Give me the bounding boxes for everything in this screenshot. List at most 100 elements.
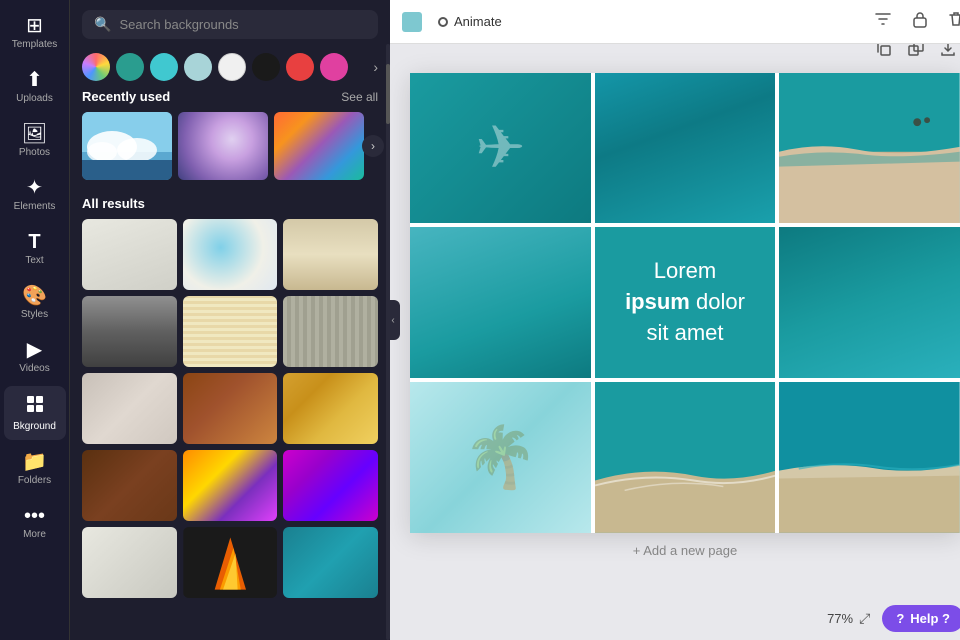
canvas-outer: ↻ ✈ (410, 73, 960, 533)
text-icon: T (28, 232, 40, 252)
swatch-pink[interactable] (320, 53, 348, 81)
sidebar-label-bkground: Bkground (13, 421, 56, 432)
animate-dot-icon (438, 17, 448, 27)
bottom-bar: 77% ⤢ ? Help ? (390, 596, 960, 640)
swatch-light-blue[interactable] (184, 53, 212, 81)
sidebar-item-text[interactable]: T Text (4, 224, 66, 274)
uploads-icon: ⬆ (26, 70, 43, 90)
grid-cell-1[interactable]: ✈ (410, 73, 591, 224)
search-input[interactable] (119, 17, 366, 32)
help-label: Help ? (910, 611, 950, 626)
canvas-export-icon[interactable] (936, 44, 960, 65)
color-swatches-row: › (70, 49, 390, 89)
swatch-red[interactable] (286, 53, 314, 81)
sidebar-label-uploads: Uploads (16, 93, 53, 104)
more-icon: ••• (24, 506, 45, 526)
canvas-container: ↻ ✈ (410, 73, 960, 533)
recent-next-arrow[interactable]: › (362, 135, 384, 157)
bg-thumb-10[interactable] (82, 450, 177, 521)
recent-thumb-2[interactable] (178, 112, 268, 180)
palm-icon: 🌴 (463, 422, 538, 493)
sidebar-label-elements: Elements (14, 201, 56, 212)
sidebar-item-bkground[interactable]: Bkground (4, 386, 66, 440)
sidebar: ⊞ Templates ⬆ Uploads 🖼 Photos ✦ Element… (0, 0, 70, 640)
grid-cell-3[interactable] (779, 73, 960, 224)
top-bar-right (870, 6, 960, 37)
airplane-icon: ✈ (475, 113, 525, 183)
sidebar-label-styles: Styles (21, 309, 48, 320)
grid-cell-7[interactable]: 🌴 (410, 382, 591, 533)
sidebar-item-uploads[interactable]: ⬆ Uploads (4, 62, 66, 112)
zoom-control: 77% ⤢ (827, 610, 870, 627)
sidebar-item-templates[interactable]: ⊞ Templates (4, 8, 66, 58)
panel-collapse-handle[interactable]: ‹ (386, 300, 400, 340)
trash-icon[interactable] (944, 6, 960, 37)
sidebar-label-text: Text (25, 255, 43, 266)
bg-thumb-15[interactable] (283, 527, 378, 598)
add-page-bar[interactable]: + Add a new page (633, 533, 737, 568)
swatches-more-arrow[interactable]: › (373, 59, 378, 75)
recent-thumb-3[interactable] (274, 112, 364, 180)
canvas-duplicate-icon[interactable] (904, 44, 928, 65)
center-text-dolor: dolor (696, 289, 745, 314)
panel: 🔍 › Recently used See all (70, 0, 390, 640)
sidebar-item-videos[interactable]: ▶ Videos (4, 332, 66, 382)
grid-cell-2[interactable] (595, 73, 776, 224)
grid-cell-6[interactable] (779, 227, 960, 378)
bg-thumb-11[interactable] (183, 450, 278, 521)
templates-icon: ⊞ (26, 16, 43, 36)
all-results-header: All results (82, 196, 378, 211)
swatch-black[interactable] (252, 53, 280, 81)
sidebar-item-more[interactable]: ••• More (4, 498, 66, 548)
swatch-white[interactable] (218, 53, 246, 81)
center-text-line3: sit amet (646, 320, 723, 345)
canvas-copy-icon[interactable] (872, 44, 896, 65)
grid-cell-4[interactable] (410, 227, 591, 378)
animate-button[interactable]: Animate (430, 10, 510, 33)
lock-icon[interactable] (908, 6, 932, 37)
recent-thumb-1[interactable] (82, 112, 172, 180)
panel-wrapper: 🔍 › Recently used See all (70, 0, 390, 640)
bg-thumb-8[interactable] (183, 373, 278, 444)
grid-cell-9[interactable] (779, 382, 960, 533)
filter-icon[interactable] (870, 6, 896, 37)
canvas-actions (872, 44, 960, 65)
videos-icon: ▶ (27, 340, 42, 360)
panel-scroll: Recently used See all (70, 89, 390, 640)
center-text-line1: Lorem (654, 258, 716, 283)
bkground-icon (25, 394, 45, 418)
bg-thumb-1[interactable] (82, 219, 177, 290)
sidebar-label-folders: Folders (18, 475, 51, 486)
grid-cell-center[interactable]: Lorem ipsum dolor sit amet (595, 227, 776, 378)
sidebar-item-photos[interactable]: 🖼 Photos (4, 116, 66, 166)
search-bar: 🔍 (70, 0, 390, 49)
styles-icon: 🎨 (22, 286, 47, 306)
sidebar-item-folders[interactable]: 📁 Folders (4, 444, 66, 494)
bg-thumb-13[interactable] (82, 527, 177, 598)
folders-icon: 📁 (22, 452, 47, 472)
sidebar-item-elements[interactable]: ✦ Elements (4, 170, 66, 220)
bg-grid (82, 219, 378, 598)
bg-thumb-4[interactable] (82, 296, 177, 367)
color-indicator (402, 12, 422, 32)
help-icon: ? (896, 611, 904, 626)
bg-thumb-12[interactable] (283, 450, 378, 521)
swatch-cyan[interactable] (150, 53, 178, 81)
bg-thumb-5[interactable] (183, 296, 278, 367)
bg-thumb-7[interactable] (82, 373, 177, 444)
bg-thumb-3[interactable] (283, 219, 378, 290)
all-results-title: All results (82, 196, 145, 211)
bg-thumb-9[interactable] (283, 373, 378, 444)
zoom-expand-icon[interactable]: ⤢ (859, 610, 870, 627)
bg-thumb-6[interactable] (283, 296, 378, 367)
grid-cell-8[interactable] (595, 382, 776, 533)
recently-used-title: Recently used (82, 89, 170, 104)
help-button[interactable]: ? Help ? (882, 605, 960, 632)
bg-thumb-14[interactable] (183, 527, 278, 598)
bg-thumb-2[interactable] (183, 219, 278, 290)
swatch-color-wheel[interactable] (82, 53, 110, 81)
search-input-wrap[interactable]: 🔍 (82, 10, 378, 39)
sidebar-item-styles[interactable]: 🎨 Styles (4, 278, 66, 328)
see-all-button[interactable]: See all (341, 90, 378, 104)
swatch-teal[interactable] (116, 53, 144, 81)
